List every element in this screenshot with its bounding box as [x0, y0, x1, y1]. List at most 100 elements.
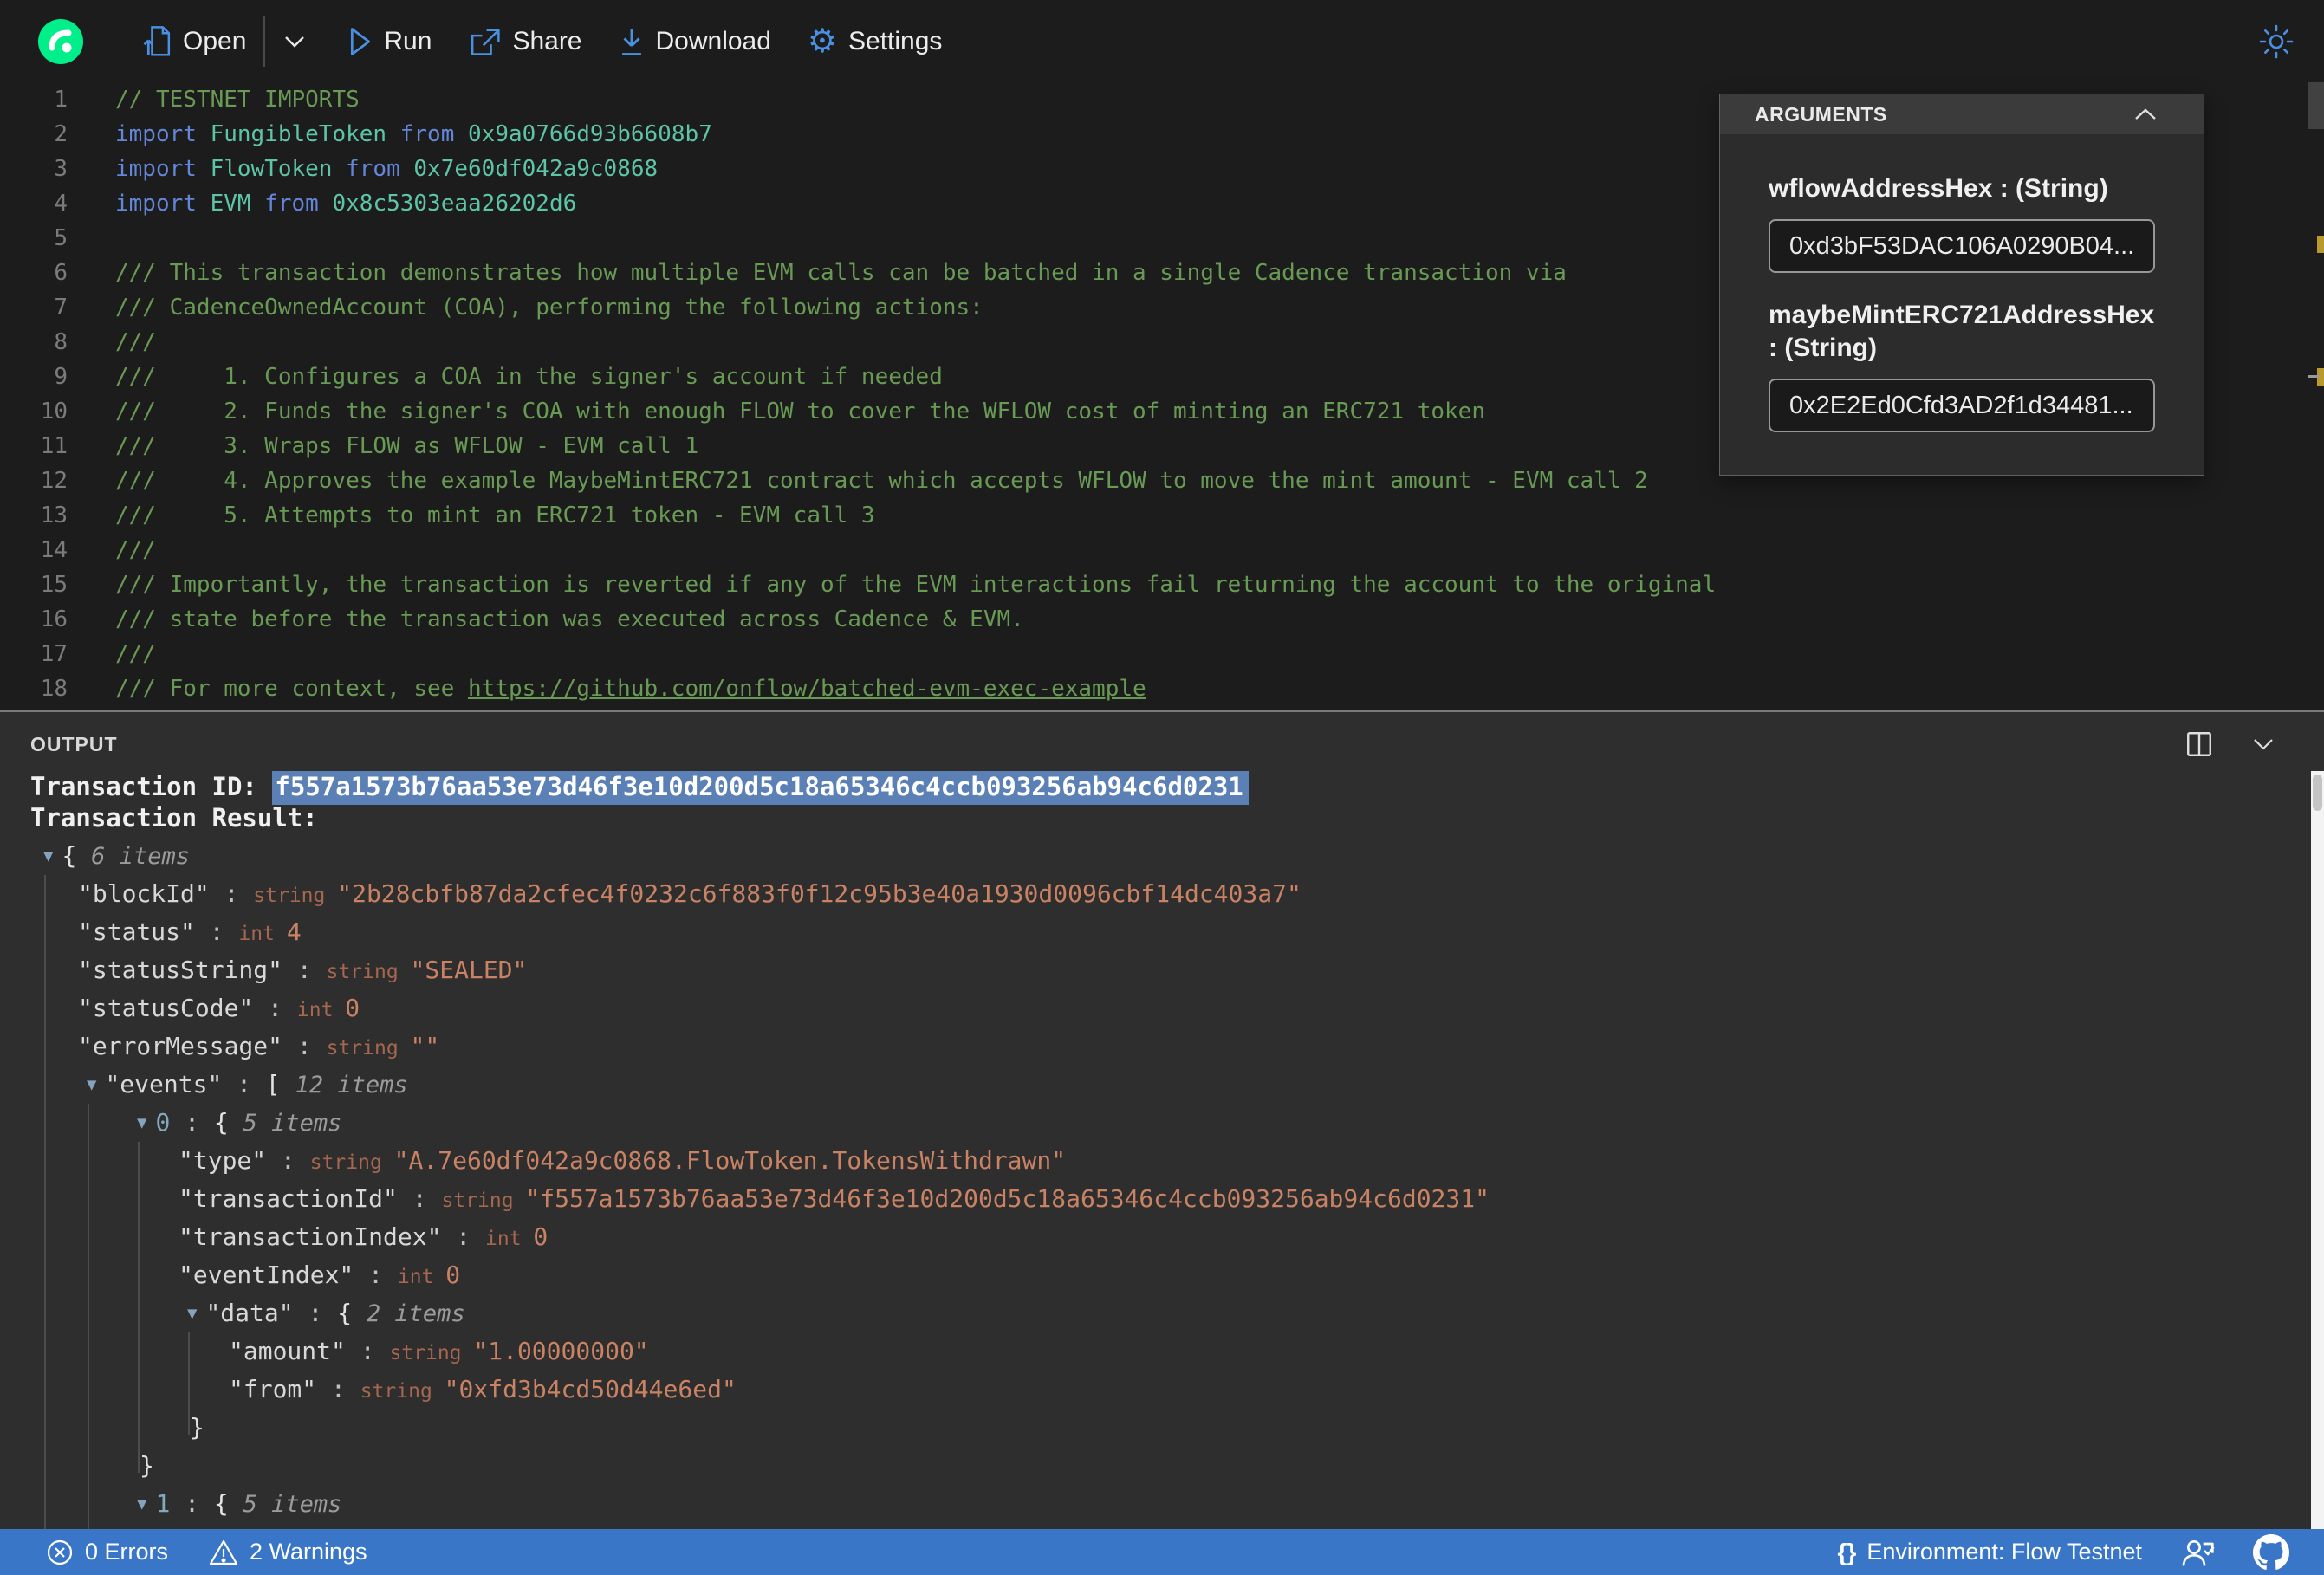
expand-arrow-icon[interactable]: ▼ — [43, 846, 53, 865]
json-tree-row: "transactionId" : string "f557a1573b76aa… — [179, 1184, 1490, 1213]
line-number: 14 — [40, 537, 68, 563]
json-tree-row: "type" : string "A.7e60df042a9c0868.Flow… — [179, 1146, 1067, 1175]
status-bar: 0 Errors 2 Warnings {} Environment: Flow… — [0, 1529, 2324, 1575]
code-line: 18/// For more context, see https://gith… — [0, 671, 2324, 706]
maybe-mint-erc721-address-input[interactable] — [1769, 379, 2155, 432]
editor-scrollbar[interactable] — [2308, 82, 2324, 712]
line-number: 11 — [40, 433, 68, 459]
json-tree-row: "blockId" : string "2b28cbfb87da2cfec4f0… — [78, 879, 1302, 908]
ruler-position-line — [2308, 375, 2320, 378]
code-line: 15/// Importantly, the transaction is re… — [0, 567, 2324, 602]
collapse-chevron-up-icon[interactable] — [2132, 107, 2158, 122]
transaction-id-line: Transaction ID: f557a1573b76aa53e73d46f3… — [30, 771, 2307, 805]
collapse-output-chevron-icon[interactable] — [2250, 736, 2276, 753]
line-number: 7 — [54, 295, 68, 321]
json-tree-row: "eventIndex" : int 0 — [179, 1261, 461, 1289]
arguments-title: ARGUMENTS — [1755, 102, 1887, 126]
json-tree-row: ▼{ 6 items — [43, 841, 190, 870]
download-icon — [619, 27, 645, 56]
flow-playground-window: Open Run Share Download ⚙ Settings 1 // … — [0, 0, 2324, 1575]
error-icon — [47, 1539, 73, 1565]
run-label: Run — [384, 26, 432, 55]
warning-marker — [2317, 236, 2324, 253]
json-tree-row: } — [140, 1451, 154, 1480]
code-line: 17/// — [0, 637, 2324, 671]
gear-icon: ⚙ — [807, 23, 837, 60]
theme-toggle-sun-icon[interactable] — [2258, 23, 2295, 60]
environment-label: Environment: Flow Testnet — [1866, 1539, 2142, 1565]
expand-arrow-icon[interactable]: ▼ — [137, 1494, 146, 1513]
arguments-panel: ARGUMENTS wflowAddressHex : (String) may… — [1719, 94, 2204, 476]
toolbar-separator — [263, 16, 266, 67]
settings-button[interactable]: ⚙ Settings — [807, 23, 943, 60]
json-tree-row: "status" : int 4 — [78, 917, 302, 946]
code-line: 14/// — [0, 533, 2324, 567]
output-scrollbar-thumb[interactable] — [2313, 775, 2322, 811]
line-number: 16 — [40, 606, 68, 632]
json-tree-row: } — [190, 1413, 204, 1442]
environment-status[interactable]: {} Environment: Flow Testnet — [1838, 1539, 2142, 1566]
line-number: 10 — [40, 399, 68, 425]
expand-arrow-icon[interactable]: ▼ — [137, 1113, 146, 1132]
open-label: Open — [183, 26, 247, 55]
settings-label: Settings — [848, 26, 943, 55]
line-number: 3 — [54, 156, 68, 182]
json-tree-row: ▼ "events" : [ 12 items — [87, 1070, 408, 1099]
arguments-header[interactable]: ARGUMENTS — [1720, 94, 2204, 134]
errors-status[interactable]: 0 Errors — [45, 1538, 168, 1567]
output-scrollbar[interactable] — [2311, 771, 2324, 1531]
download-button[interactable]: Download — [619, 27, 771, 56]
github-icon[interactable] — [2253, 1533, 2289, 1571]
chevron-down-icon — [282, 34, 307, 49]
warning-icon — [209, 1539, 238, 1565]
argument-label: wflowAddressHex : (String) — [1769, 174, 2108, 203]
line-number: 2 — [54, 121, 68, 147]
line-number: 12 — [40, 468, 68, 494]
json-tree-row: "amount" : string "1.00000000" — [229, 1337, 649, 1365]
toolbar: Open Run Share Download ⚙ Settings — [0, 0, 2324, 82]
editor-scrollbar-thumb[interactable] — [2308, 82, 2324, 129]
json-tree-row: ▼ 0 : { 5 items — [137, 1108, 342, 1137]
output-panel: OUTPUT Transaction ID: f557a1573b76aa53e… — [0, 710, 2324, 1531]
open-dropdown-button[interactable] — [282, 34, 307, 49]
argument-label: maybeMintERC721AddressHex : (String) — [1769, 301, 2155, 362]
braces-icon: {} — [1837, 1538, 1857, 1565]
share-label: Share — [512, 26, 582, 55]
line-number: 8 — [54, 329, 68, 355]
output-title: OUTPUT — [30, 733, 118, 755]
json-tree-row: "statusCode" : int 0 — [78, 994, 360, 1022]
line-number: 15 — [40, 572, 68, 598]
line-number: 5 — [54, 225, 68, 251]
errors-label: 0 Errors — [85, 1539, 169, 1565]
open-file-icon — [142, 25, 172, 57]
line-number: 18 — [40, 676, 68, 702]
json-tree-row: "transactionIndex" : int 0 — [179, 1222, 549, 1251]
share-button[interactable]: Share — [468, 26, 582, 56]
line-number: 4 — [54, 191, 68, 217]
output-body: Transaction ID: f557a1573b76aa53e73d46f3… — [30, 771, 2307, 1531]
json-tree: ▼{ 6 items "blockId" : string "2b28cbfb87… — [30, 837, 2307, 1531]
run-play-icon — [348, 27, 373, 56]
warnings-label: 2 Warnings — [250, 1539, 367, 1565]
transaction-id-value[interactable]: f557a1573b76aa53e73d46f3e10d200d5c18a653… — [272, 771, 1249, 805]
line-number: 1 — [54, 87, 68, 113]
arguments-body: wflowAddressHex : (String) maybeMintERC7… — [1720, 134, 2204, 458]
json-tree-row: ▼ "data" : { 2 items — [187, 1299, 465, 1327]
open-button[interactable]: Open — [142, 25, 247, 57]
warnings-status[interactable]: 2 Warnings — [208, 1538, 367, 1567]
code-line: 13/// 5. Attempts to mint an ERC721 toke… — [0, 498, 2324, 533]
line-number: 13 — [40, 502, 68, 528]
code-link[interactable]: https://github.com/onflow/batched-evm-ex… — [468, 676, 1146, 702]
transaction-id-label: Transaction ID: — [30, 772, 273, 801]
wflow-address-input[interactable] — [1769, 219, 2155, 273]
split-view-icon[interactable] — [2184, 729, 2214, 759]
flow-logo-icon[interactable] — [38, 18, 83, 64]
account-check-icon[interactable] — [2180, 1537, 2215, 1568]
run-button[interactable]: Run — [348, 27, 432, 56]
json-tree-row: ▼ 1 : { 5 items — [137, 1489, 342, 1518]
json-tree-row: "errorMessage" : string "" — [78, 1032, 440, 1060]
expand-arrow-icon[interactable]: ▼ — [87, 1075, 96, 1094]
code-line: 16/// state before the transaction was e… — [0, 602, 2324, 637]
expand-arrow-icon[interactable]: ▼ — [187, 1304, 197, 1323]
share-icon — [468, 27, 501, 56]
